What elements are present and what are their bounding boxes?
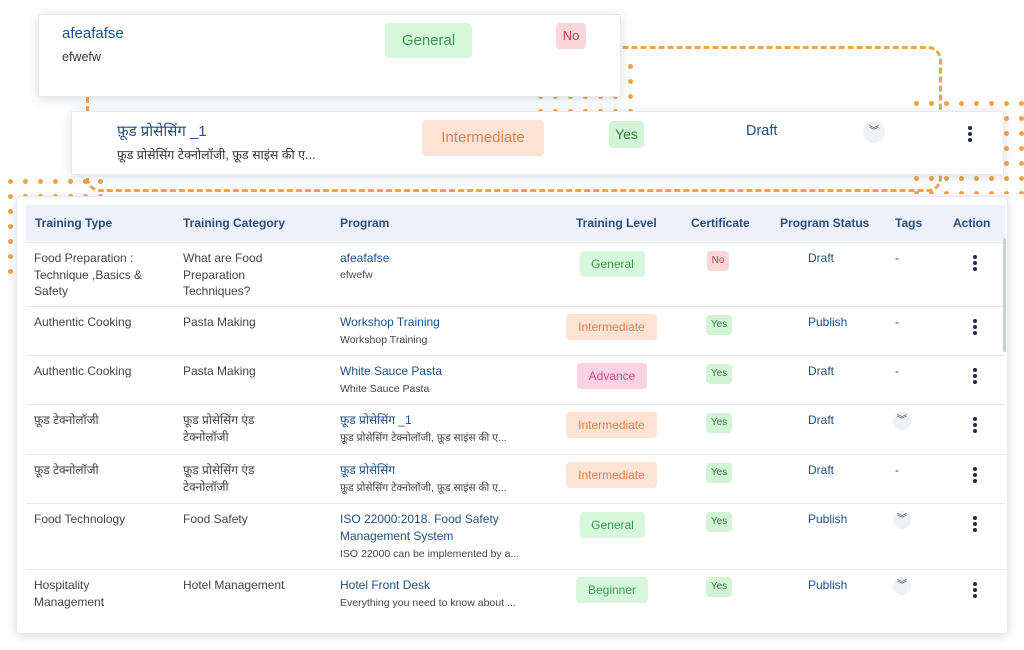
header-training-type[interactable]: Training Type: [35, 216, 112, 230]
table-row: फ़ूड टेक्नोलॉजी फ़ूड प्रोसेसिंग एंड टेक्…: [26, 454, 1005, 504]
cell-certificate-badge: Yes: [706, 315, 732, 335]
cell-certificate-badge: Yes: [706, 413, 732, 433]
table-row: Food Preparation : Technique ,Basics & S…: [26, 242, 1005, 307]
chevron-double-down-icon[interactable]: ︾: [893, 577, 911, 595]
cell-training-type: Authentic Cooking: [34, 364, 132, 378]
cell-program-description: White Sauce Pasta: [340, 383, 430, 395]
cell-training-type: Food Technology: [34, 512, 126, 526]
training-table-card: Training Type Training Category Program …: [16, 196, 1008, 634]
cell-tags: -: [895, 463, 899, 477]
cell-program-description: Everything you need to know about ...: [340, 597, 516, 609]
cell-training-category: Pasta Making: [183, 315, 256, 329]
cell-training-category: फ़ूड प्रोसेसिंग एंड टेक्नोलॉजी: [183, 413, 255, 444]
header-program-status[interactable]: Program Status: [780, 216, 869, 230]
chevron-double-down-icon[interactable]: ︾: [893, 511, 911, 529]
table-row: Authentic Cooking Pasta Making White Sau…: [26, 355, 1005, 405]
header-certificate[interactable]: Certificate: [691, 216, 750, 230]
cell-program-status: Draft: [808, 463, 835, 477]
cell-program-link[interactable]: Hotel Front Desk: [340, 577, 430, 594]
cell-program-status: Publish: [808, 512, 848, 526]
cell-level-badge: Advance: [577, 363, 647, 389]
cell-training-category: फ़ूड प्रोसेसिंग एंड टेक्नोलॉजी: [183, 463, 255, 494]
cell-program-link[interactable]: afeafafse: [340, 250, 389, 267]
header-training-level[interactable]: Training Level: [576, 216, 657, 230]
row-action-kebab-icon[interactable]: [972, 317, 978, 337]
cell-certificate-badge: Yes: [706, 364, 732, 384]
row-action-kebab-icon[interactable]: [972, 580, 978, 600]
chevron-double-down-icon[interactable]: ︾: [863, 121, 885, 143]
cell-program-link[interactable]: Workshop Training: [340, 314, 440, 331]
cell-training-type: फ़ूड टेक्नोलॉजी: [34, 463, 99, 477]
cell-program-status: Publish: [808, 578, 848, 592]
cell-training-type: फ़ूड टेक्नोलॉजी: [34, 413, 99, 427]
header-tags[interactable]: Tags: [895, 216, 922, 230]
cell-program-status: Draft: [808, 251, 835, 265]
cell-program-link[interactable]: ISO 22000:2018. Food Safety Management S…: [340, 511, 515, 544]
cell-certificate-badge: Yes: [706, 512, 732, 532]
preview-card-food-processing: फ़ूड प्रोसेसिंग _1 फ़ूड प्रोसेसिंग टेक्न…: [71, 111, 1004, 175]
cell-program-status: Draft: [808, 364, 835, 378]
table-row: Food Technology Food Safety ISO 22000:20…: [26, 503, 1005, 570]
table-row: Hospitality Management Hotel Management …: [26, 569, 1005, 610]
header-program[interactable]: Program: [340, 216, 389, 230]
preview-status: Draft: [746, 123, 778, 139]
cell-level-badge: Intermediate: [566, 462, 657, 488]
cell-program-status: Publish: [808, 315, 848, 329]
preview-program-subtitle: efwefw: [62, 50, 101, 64]
cell-level-badge: Beginner: [576, 577, 648, 603]
row-action-kebab-icon[interactable]: [972, 366, 978, 386]
cell-training-type: Authentic Cooking: [34, 315, 132, 329]
cell-certificate-badge: No: [707, 251, 729, 271]
cell-tags: -: [895, 315, 899, 329]
cell-program-description: फ़ूड प्रोसेसिंग टेक्नोलॉजी, फ़ूड साइंस क…: [340, 432, 507, 444]
preview-program-subtitle: फ़ूड प्रोसेसिंग टेक्नोलॉजी, फ़ूड साइंस क…: [117, 148, 316, 162]
cell-program-description: फ़ूड प्रोसेसिंग टेक्नोलॉजी, फ़ूड साइंस क…: [340, 482, 507, 494]
cell-certificate-badge: Yes: [706, 463, 732, 483]
header-action[interactable]: Action: [953, 216, 990, 230]
cell-level-badge: General: [580, 512, 645, 538]
cell-program-link[interactable]: White Sauce Pasta: [340, 363, 442, 380]
cell-tags: -: [895, 364, 899, 378]
cell-training-category: Food Safety: [183, 512, 248, 526]
cell-program-description: ISO 22000 can be implemented by a...: [340, 548, 520, 560]
cell-training-category: Pasta Making: [183, 364, 256, 378]
cell-training-category: What are Food Preparation Techniques?: [183, 251, 263, 298]
row-action-kebab-icon[interactable]: [972, 415, 978, 435]
preview-level-badge: General: [385, 23, 472, 58]
row-action-kebab-icon[interactable]: [972, 465, 978, 485]
cell-program-description: efwefw: [340, 269, 373, 281]
chevron-double-down-icon[interactable]: ︾: [893, 412, 911, 430]
cell-program-description: Workshop Training: [340, 334, 428, 346]
preview-program-title[interactable]: afeafafse: [62, 25, 124, 42]
kebab-menu-icon[interactable]: [967, 124, 973, 144]
cell-training-type: Food Preparation : Technique ,Basics & S…: [34, 251, 143, 298]
cell-program-link[interactable]: फ़ूड प्रोसेसिंग: [340, 462, 395, 479]
preview-certificate-badge: Yes: [609, 121, 644, 148]
cell-program-status: Draft: [808, 413, 835, 427]
table-row: Authentic Cooking Pasta Making Workshop …: [26, 306, 1005, 356]
preview-level-badge: Intermediate: [422, 120, 544, 156]
cell-level-badge: Intermediate: [566, 412, 657, 438]
cell-program-link[interactable]: फ़ूड प्रोसेसिंग _1: [340, 412, 412, 429]
table-header: Training Type Training Category Program …: [26, 205, 1005, 241]
cell-level-badge: General: [580, 251, 645, 277]
table-scrollbar[interactable]: [1003, 238, 1006, 352]
cell-training-category: Hotel Management: [183, 578, 285, 592]
preview-certificate-badge: No: [556, 23, 586, 49]
cell-level-badge: Intermediate: [566, 314, 657, 340]
cell-training-type: Hospitality Management: [34, 578, 105, 609]
row-action-kebab-icon[interactable]: [972, 514, 978, 534]
cell-certificate-badge: Yes: [706, 577, 732, 597]
table-row: फ़ूड टेक्नोलॉजी फ़ूड प्रोसेसिंग एंड टेक्…: [26, 404, 1005, 455]
preview-program-title[interactable]: फ़ूड प्रोसेसिंग _1: [117, 121, 207, 141]
header-training-category[interactable]: Training Category: [183, 216, 285, 230]
preview-card-afeafafse: afeafafse efwefw General No: [38, 14, 621, 97]
cell-tags: -: [895, 251, 899, 265]
row-action-kebab-icon[interactable]: [972, 253, 978, 273]
